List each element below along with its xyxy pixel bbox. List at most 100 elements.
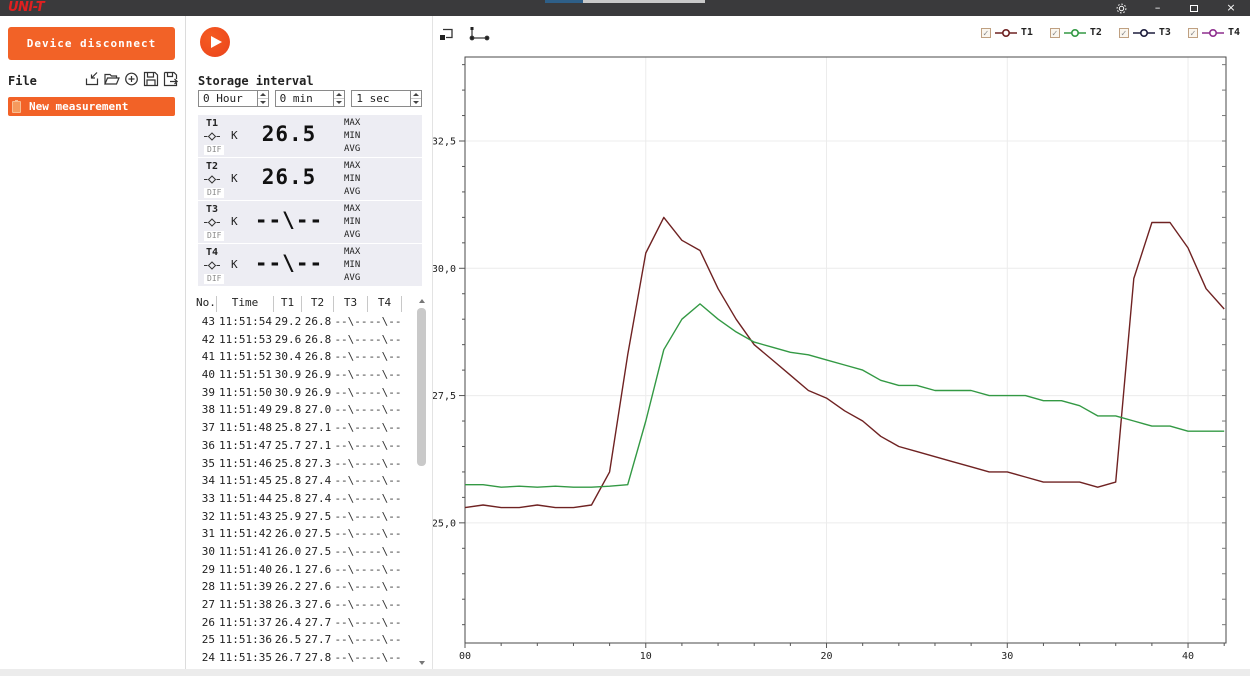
table-cell: 26.2 [274, 580, 302, 594]
save-icon[interactable] [142, 70, 160, 88]
stat-max[interactable]: MAX [344, 246, 360, 259]
table-cell: --\-- [334, 474, 368, 488]
storage-min-spinner[interactable]: 0 min [274, 90, 346, 107]
settings-button[interactable] [1106, 0, 1136, 16]
table-row[interactable]: 28 11:51:39 26.2 27.6 --\-- --\-- [196, 578, 402, 596]
open-folder-icon[interactable] [103, 70, 121, 88]
storage-hour-spinner[interactable]: 0 Hour [198, 90, 269, 107]
table-row[interactable]: 30 11:51:41 26.0 27.5 --\-- --\-- [196, 543, 402, 561]
table-cell: 29.8 [274, 403, 302, 417]
table-row[interactable]: 31 11:51:42 26.0 27.5 --\-- --\-- [196, 525, 402, 543]
table-row[interactable]: 33 11:51:44 25.8 27.4 --\-- --\-- [196, 490, 402, 508]
stat-max[interactable]: MAX [344, 203, 360, 216]
table-cell: 25.7 [274, 438, 302, 452]
stat-max[interactable]: MAX [344, 160, 360, 173]
table-row[interactable]: 43 11:51:54 29.2 26.8 --\-- --\-- [196, 313, 402, 331]
table-row[interactable]: 34 11:51:45 25.8 27.4 --\-- --\-- [196, 472, 402, 490]
table-cell: 28 [201, 580, 215, 594]
table-row[interactable]: 26 11:51:37 26.4 27.7 --\-- --\-- [196, 614, 402, 632]
table-row[interactable]: 42 11:51:53 29.6 26.8 --\-- --\-- [196, 331, 402, 349]
table-cell: 27.6 [304, 598, 332, 611]
start-logging-button[interactable] [200, 27, 230, 57]
table-header-cell[interactable]: No. [196, 296, 217, 312]
stat-min[interactable]: MIN [344, 173, 360, 186]
close-button[interactable]: × [1216, 0, 1246, 16]
table-row[interactable]: 35 11:51:46 25.8 27.3 --\-- --\-- [196, 455, 402, 473]
stat-avg[interactable]: AVG [344, 186, 360, 199]
table-header-cell[interactable]: Time [217, 296, 274, 312]
table-header-cell[interactable]: T2 [302, 296, 334, 312]
minimize-button[interactable]: – [1143, 0, 1173, 16]
thermocouple-type: K [231, 129, 238, 142]
table-cell: 26.1 [274, 562, 302, 576]
maximize-button[interactable] [1179, 0, 1209, 16]
table-cell: --\-- [334, 580, 368, 594]
dif-badge[interactable]: DIF [204, 145, 225, 155]
x-axis-label: 30 [1001, 651, 1013, 662]
table-cell: 11:51:50 [219, 385, 272, 399]
table-row[interactable]: 29 11:51:40 26.1 27.6 --\-- --\-- [196, 561, 402, 579]
table-cell: 11:51:45 [219, 474, 272, 488]
table-row[interactable]: 41 11:51:52 30.4 26.8 --\-- --\-- [196, 348, 402, 366]
table-cell: --\-- [368, 385, 402, 399]
channel-label: T2 [206, 161, 219, 172]
table-scrollbar[interactable] [415, 296, 429, 668]
import-icon[interactable] [84, 70, 101, 88]
table-cell: 35 [201, 456, 215, 470]
dif-badge[interactable]: DIF [204, 188, 225, 198]
table-cell: --\-- [368, 509, 402, 523]
spin-buttons[interactable] [256, 91, 268, 106]
table-cell: 27.1 [304, 421, 332, 435]
scroll-down-icon[interactable] [417, 658, 427, 668]
scrollbar-thumb[interactable] [417, 308, 426, 466]
x-axis-label: 20 [820, 651, 832, 662]
temperature-chart[interactable]: 25,0 27,5 30,0 32,5 00 10 20 30 40 [433, 16, 1250, 670]
stat-avg[interactable]: AVG [344, 272, 360, 285]
table-row[interactable]: 38 11:51:49 29.8 27.0 --\-- --\-- [196, 401, 402, 419]
channel-value: --\-- [254, 251, 324, 275]
add-icon[interactable] [123, 70, 140, 88]
table-row[interactable]: 39 11:51:50 30.9 26.9 --\-- --\-- [196, 384, 402, 402]
table-header-cell[interactable]: T4 [368, 296, 402, 312]
stat-min[interactable]: MIN [344, 259, 360, 272]
table-row[interactable]: 40 11:51:51 30.9 26.9 --\-- --\-- [196, 366, 402, 384]
table-row[interactable]: 32 11:51:43 25.9 27.5 --\-- --\-- [196, 508, 402, 526]
device-disconnect-button[interactable]: Device disconnect [8, 27, 175, 60]
channel-label: T3 [206, 204, 219, 215]
table-cell: --\-- [334, 438, 368, 452]
table-cell: 27.6 [304, 580, 332, 594]
new-measurement-item[interactable]: New measurement [8, 97, 175, 116]
table-cell: --\-- [368, 615, 402, 629]
dif-badge[interactable]: DIF [204, 274, 225, 284]
thermocouple-type: K [231, 215, 238, 228]
table-cell: --\-- [368, 403, 402, 417]
chart-panel: ✓ T1 ✓ T2 ✓ T3 ✓ T4 25,0 27,5 30,0 32,5 00 10 20 30 40 [433, 16, 1250, 670]
export-icon[interactable] [162, 70, 180, 88]
storage-sec-spinner[interactable]: 1 sec [351, 90, 423, 107]
table-cell: 27.5 [304, 527, 332, 541]
table-header-cell[interactable]: T1 [274, 296, 302, 312]
scroll-up-icon[interactable] [417, 296, 427, 306]
stat-min[interactable]: MIN [344, 130, 360, 143]
stat-min[interactable]: MIN [344, 216, 360, 229]
table-row[interactable]: 24 11:51:35 26.7 27.8 --\-- --\-- [196, 649, 402, 667]
table-header-cell[interactable]: T3 [334, 296, 368, 312]
table-row[interactable]: 37 11:51:48 25.8 27.1 --\-- --\-- [196, 419, 402, 437]
spin-buttons[interactable] [333, 91, 345, 106]
new-measurement-label: New measurement [29, 100, 129, 113]
spin-buttons[interactable] [410, 91, 422, 106]
table-cell: 26.8 [304, 315, 332, 328]
table-cell: --\-- [368, 651, 402, 665]
table-row[interactable]: 25 11:51:36 26.5 27.7 --\-- --\-- [196, 631, 402, 649]
stat-avg[interactable]: AVG [344, 143, 360, 156]
table-row[interactable]: 36 11:51:47 25.7 27.1 --\-- --\-- [196, 437, 402, 455]
dif-badge[interactable]: DIF [204, 231, 225, 241]
stat-avg[interactable]: AVG [344, 229, 360, 242]
stat-max[interactable]: MAX [344, 117, 360, 130]
table-cell: --\-- [368, 527, 402, 541]
channel-label: T4 [206, 247, 219, 258]
table-row[interactable]: 27 11:51:38 26.3 27.6 --\-- --\-- [196, 596, 402, 614]
table-cell: 25.8 [274, 491, 302, 505]
channel-value: 26.5 [261, 165, 317, 189]
channel-panel-t2: T2 DIF K 26.5 MAX MIN AVG [198, 158, 422, 200]
